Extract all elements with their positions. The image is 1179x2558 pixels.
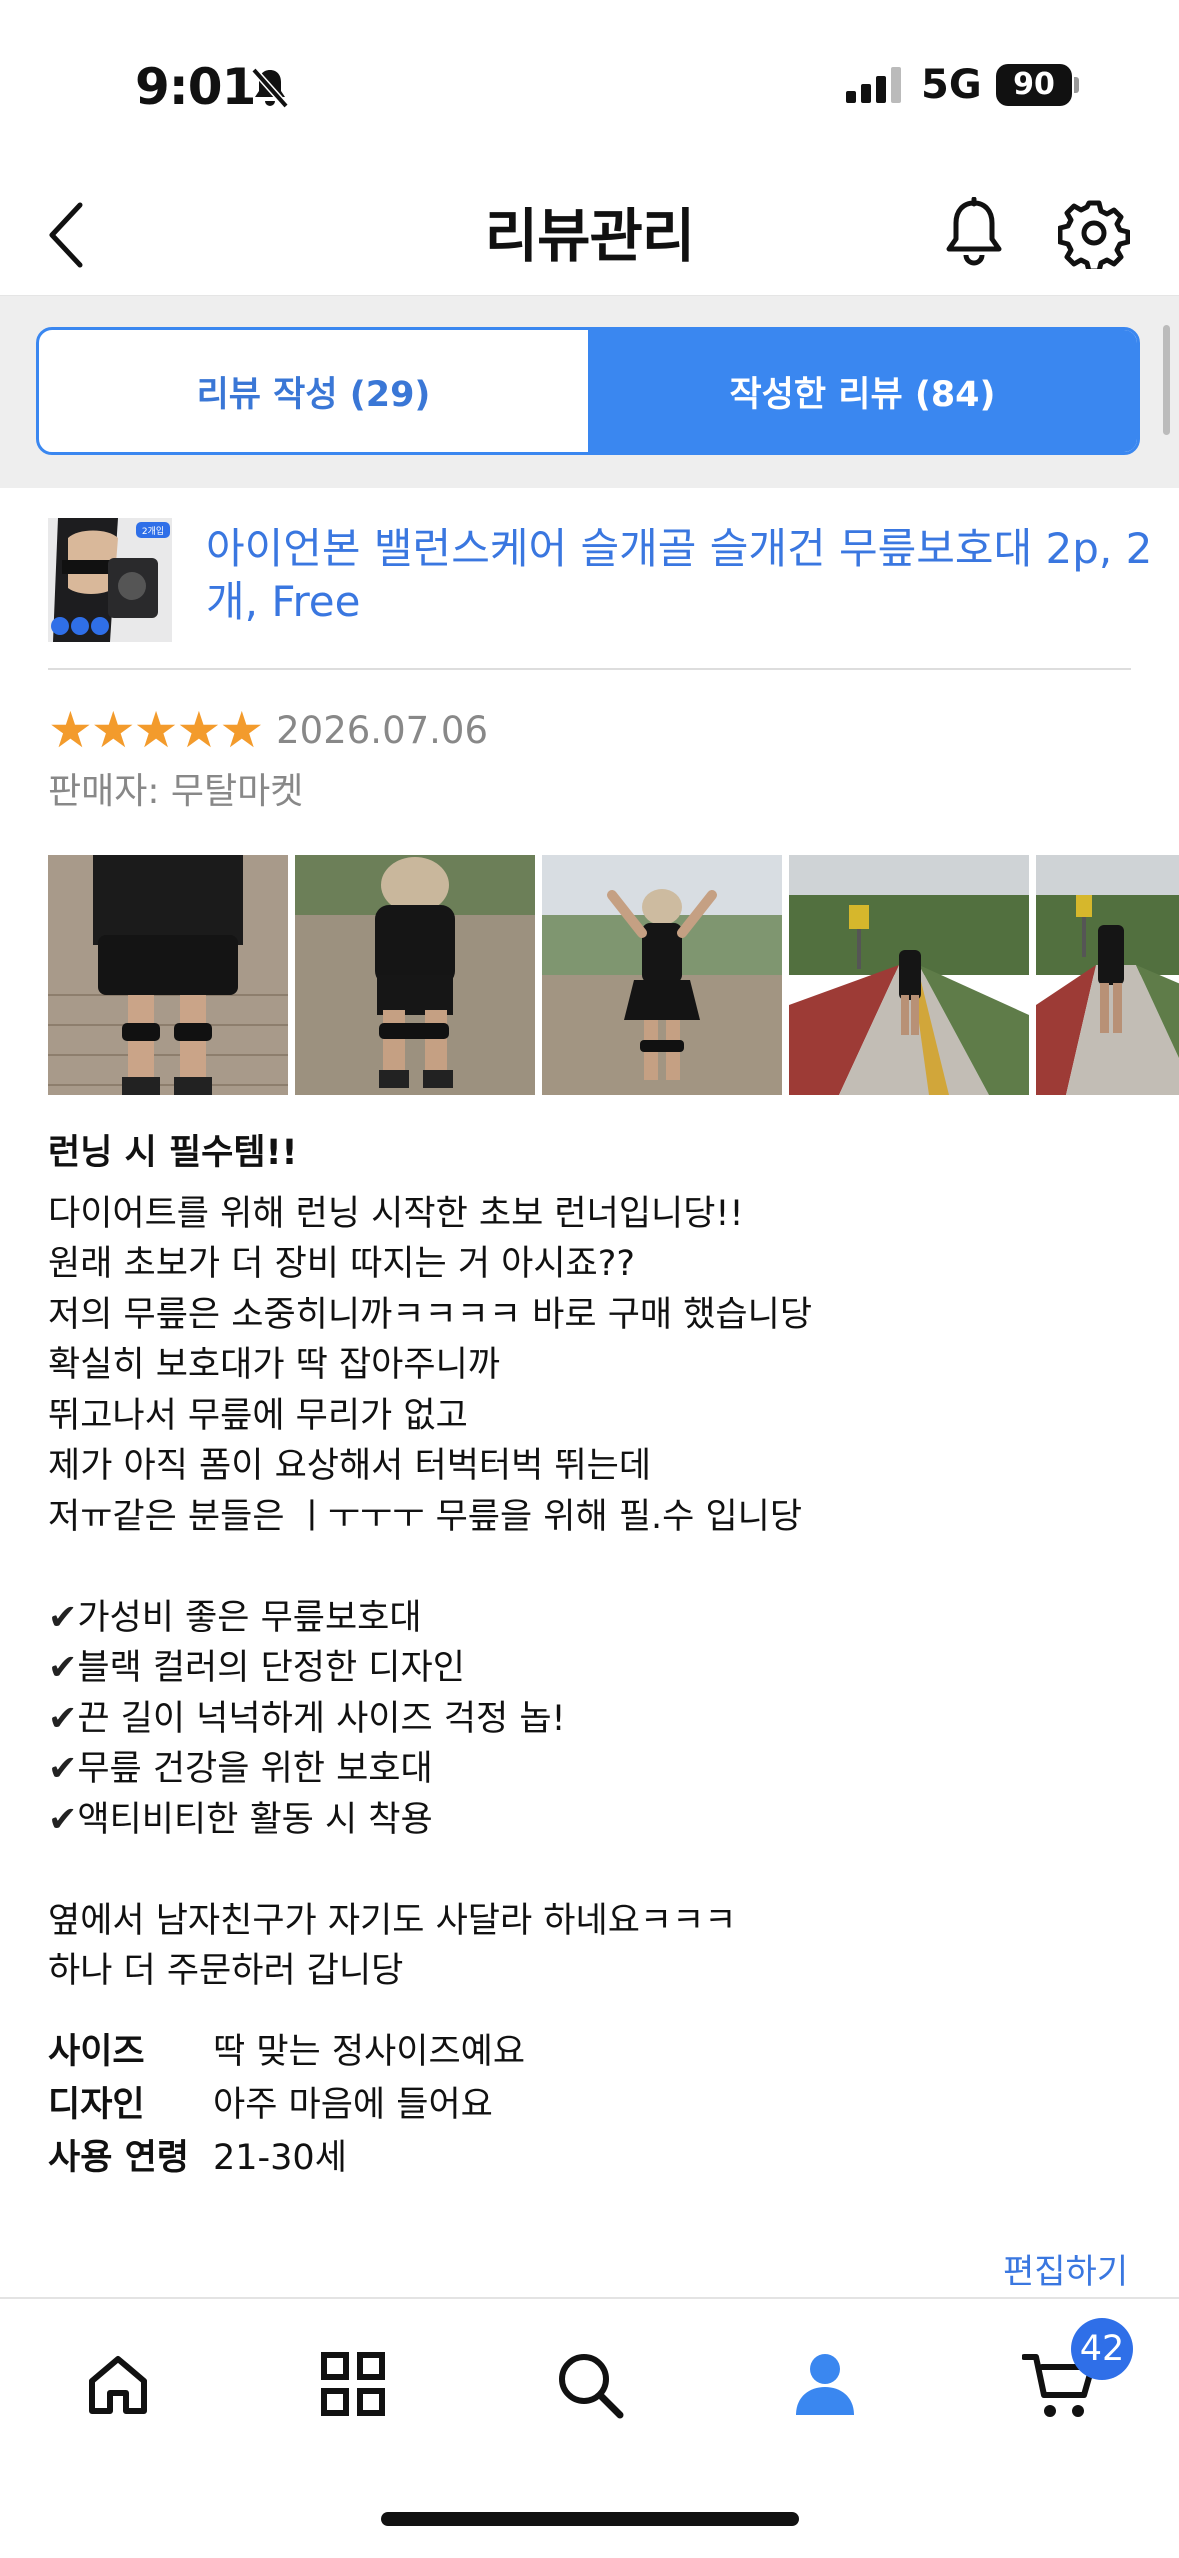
star-icon: ★	[90, 701, 136, 759]
person-icon[interactable]	[792, 2351, 858, 2417]
attribute-row: 사이즈 딱 맞는 정사이즈예요	[48, 2026, 525, 2079]
thumb-badge: 2개입	[142, 525, 164, 537]
tab-written-reviews[interactable]: 작성한 리뷰 (84)	[588, 330, 1137, 452]
product-row[interactable]: 2개입 아이언본 밸런스케어 슬개골 슬개건 무릎보호대 2p, 2개, Fre…	[48, 518, 1152, 668]
battery-icon: 90	[996, 64, 1072, 106]
check-item: ✔무릎 건강을 위한 보호대	[48, 1744, 1138, 1795]
check-item-label: 액티비티한 활동 시 착용	[77, 1799, 433, 1840]
review-line: 하나 더 주문하러 갑니당	[48, 1951, 404, 1991]
product-thumbnail[interactable]: 2개입	[48, 518, 172, 642]
battery-tip	[1074, 77, 1079, 93]
review-attributes: 사이즈 딱 맞는 정사이즈예요 디자인 아주 마음에 들어요 사용 연령 21-…	[48, 2026, 525, 2185]
edit-review-link[interactable]: 편집하기	[1003, 2244, 1128, 2293]
review-photo[interactable]	[48, 855, 288, 1095]
bell-off-icon	[251, 67, 289, 109]
checkmark-icon: ✔	[48, 1597, 78, 1638]
signal-icon	[846, 67, 901, 103]
check-item: ✔블랙 컬러의 단정한 디자인	[48, 1643, 1138, 1694]
product-name-link[interactable]: 아이언본 밸런스케어 슬개골 슬개건 무릎보호대 2p, 2개, Free	[206, 522, 1156, 628]
checkmark-icon: ✔	[48, 1648, 78, 1688]
network-label: 5G	[921, 62, 982, 108]
review-line: 다이어트를 위해 런닝 시작한 초보 런너입니당!!	[48, 1193, 744, 1234]
attribute-value: 딱 맞는 정사이즈예요	[213, 2032, 526, 2072]
review-body: 런닝 시 필수템!! 다이어트를 위해 런닝 시작한 초보 런너입니당!! 원래…	[48, 1128, 1138, 1997]
checkmark-icon: ✔	[48, 1799, 78, 1840]
check-item: ✔가성비 좋은 무릎보호대	[48, 1593, 1138, 1644]
attribute-key: 사용 연령	[48, 2138, 189, 2178]
notification-bell-icon[interactable]	[940, 197, 1008, 271]
check-item-label: 끈 길이 넉넉하게 사이즈 걱정 놉!	[77, 1698, 566, 1739]
review-line: 저의 무릎은 소중히니까ㅋㅋㅋㅋ 바로 구매 했습니당	[48, 1294, 813, 1335]
review-photo[interactable]	[295, 855, 535, 1095]
attribute-key: 디자인	[48, 2085, 145, 2125]
attribute-row: 사용 연령 21-30세	[48, 2132, 525, 2185]
search-icon[interactable]	[556, 2351, 626, 2421]
attribute-key: 사이즈	[48, 2032, 145, 2072]
rating-row: ★ ★ ★ ★ ★ 2026.07.06	[48, 700, 488, 760]
status-bar: 9:01 5G 90	[0, 0, 1179, 175]
attribute-value: 21-30세	[213, 2138, 347, 2178]
star-icon: ★	[176, 701, 222, 759]
star-icon: ★	[219, 701, 265, 759]
grid-icon[interactable]	[320, 2351, 386, 2417]
review-line: 저ㅠ같은 분들은 ㅣㅜㅜㅜ 무릎을 위해 필.수 입니당	[48, 1496, 803, 1537]
review-date: 2026.07.06	[276, 708, 488, 752]
review-line: 뛰고나서 무릎에 무리가 없고	[48, 1395, 468, 1436]
tab-band: 리뷰 작성 (29) 작성한 리뷰 (84)	[0, 296, 1179, 488]
tab-write-review[interactable]: 리뷰 작성 (29)	[39, 330, 588, 452]
star-icon: ★	[48, 701, 93, 759]
cart-count-badge: 42	[1071, 2318, 1133, 2380]
home-icon[interactable]	[84, 2351, 152, 2419]
review-line: 옆에서 남자친구가 자기도 사달라 하네요ㅋㅋㅋ	[48, 1900, 737, 1941]
review-photo[interactable]	[789, 855, 1029, 1095]
checkmark-icon: ✔	[48, 1698, 78, 1739]
home-indicator[interactable]	[381, 2512, 799, 2526]
review-headline: 런닝 시 필수템!!	[48, 1133, 298, 1173]
review-line: 확실히 보호대가 딱 잡아주니까	[48, 1345, 500, 1385]
review-photo[interactable]	[1036, 855, 1179, 1095]
settings-gear-icon[interactable]	[1058, 197, 1130, 269]
check-item-label: 무릎 건강을 위한 보호대	[77, 1749, 433, 1789]
check-item-label: 가성비 좋은 무릎보호대	[77, 1597, 422, 1638]
checkmark-icon: ✔	[48, 1749, 78, 1789]
review-photo[interactable]	[542, 855, 782, 1095]
seller-label: 판매자: 무탈마켓	[48, 771, 304, 812]
attribute-row: 디자인 아주 마음에 들어요	[48, 2079, 525, 2132]
status-time: 9:01	[135, 58, 256, 116]
check-item: ✔액티비티한 활동 시 착용	[48, 1795, 1138, 1846]
product-thumbnail-image: 2개입	[48, 518, 172, 642]
navigation-bar: 리뷰관리	[0, 175, 1179, 296]
review-tabs: 리뷰 작성 (29) 작성한 리뷰 (84)	[36, 327, 1140, 455]
divider	[48, 668, 1131, 670]
star-icon: ★	[133, 701, 179, 759]
review-photo-strip[interactable]	[48, 855, 1179, 1095]
scrollbar[interactable]	[1163, 325, 1170, 435]
check-item-label: 블랙 컬러의 단정한 디자인	[77, 1648, 465, 1688]
review-line: 제가 아직 폼이 요상해서 터벅터벅 뛰는데	[48, 1446, 652, 1486]
review-line: 원래 초보가 더 장비 따지는 거 아시죠??	[48, 1244, 635, 1284]
check-item: ✔끈 길이 넉넉하게 사이즈 걱정 놉!	[48, 1694, 1138, 1745]
attribute-value: 아주 마음에 들어요	[213, 2085, 493, 2125]
